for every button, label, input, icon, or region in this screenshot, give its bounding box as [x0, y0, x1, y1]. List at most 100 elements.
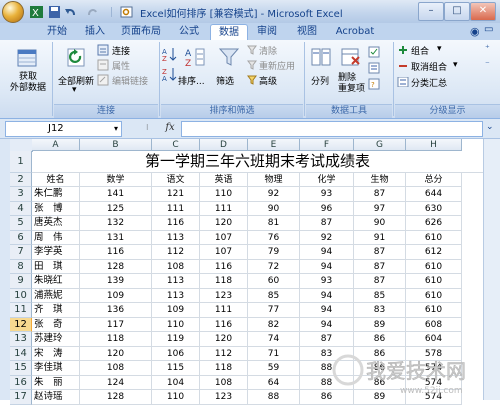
score-cell[interactable]: 121: [152, 187, 200, 202]
score-cell[interactable]: 72: [248, 259, 300, 274]
row-header[interactable]: 16: [10, 375, 32, 390]
help-icon[interactable]: ◉: [470, 25, 480, 38]
score-cell[interactable]: 610: [406, 230, 462, 245]
score-cell[interactable]: 118: [200, 274, 248, 289]
save-icon[interactable]: [46, 4, 63, 20]
score-cell[interactable]: 110: [152, 390, 200, 405]
score-cell[interactable]: 116: [200, 317, 248, 332]
row-header[interactable]: 7: [10, 245, 32, 260]
score-cell[interactable]: 120: [80, 346, 152, 361]
row-header[interactable]: 2: [10, 172, 32, 187]
score-cell[interactable]: 116: [200, 259, 248, 274]
minimize-button[interactable]: –: [418, 2, 444, 21]
row-header[interactable]: 9: [10, 274, 32, 289]
student-name-cell[interactable]: 唐英杰: [32, 216, 80, 231]
score-cell[interactable]: 87: [354, 245, 406, 260]
score-cell[interactable]: 107: [200, 245, 248, 260]
score-cell[interactable]: 116: [80, 245, 152, 260]
header-cell[interactable]: 语文: [152, 172, 200, 187]
score-cell[interactable]: 116: [152, 216, 200, 231]
score-cell[interactable]: 85: [354, 288, 406, 303]
score-cell[interactable]: 128: [80, 390, 152, 405]
score-cell[interactable]: 125: [80, 201, 152, 216]
score-cell[interactable]: 71: [248, 346, 300, 361]
student-name-cell[interactable]: 浦燕妮: [32, 288, 80, 303]
column-header-a[interactable]: A: [32, 139, 80, 151]
office-button[interactable]: [2, 1, 24, 23]
score-cell[interactable]: 131: [80, 230, 152, 245]
group-button[interactable]: 组合 ▾: [397, 44, 467, 57]
score-cell[interactable]: 86: [354, 332, 406, 347]
print-preview-icon[interactable]: [118, 4, 135, 20]
score-cell[interactable]: 141: [80, 187, 152, 202]
score-cell[interactable]: 120: [200, 332, 248, 347]
remove-duplicates-button[interactable]: 删除 重复项: [336, 44, 366, 102]
score-cell[interactable]: 96: [300, 201, 354, 216]
score-cell[interactable]: 92: [248, 187, 300, 202]
student-name-cell[interactable]: 朱 丽: [32, 375, 80, 390]
header-cell[interactable]: 物理: [248, 172, 300, 187]
column-header-e[interactable]: E: [248, 139, 300, 151]
score-cell[interactable]: 94: [300, 259, 354, 274]
score-cell[interactable]: 88: [248, 390, 300, 405]
score-cell[interactable]: 81: [248, 216, 300, 231]
tab-view[interactable]: 视图: [290, 24, 324, 40]
row-header[interactable]: 5: [10, 216, 32, 231]
score-cell[interactable]: 123: [200, 288, 248, 303]
header-cell[interactable]: 化学: [300, 172, 354, 187]
score-cell[interactable]: 94: [300, 317, 354, 332]
score-cell[interactable]: 117: [80, 317, 152, 332]
row-header[interactable]: 13: [10, 332, 32, 347]
filter-button[interactable]: 筛选: [212, 44, 246, 102]
score-cell[interactable]: 604: [406, 332, 462, 347]
score-cell[interactable]: 92: [300, 230, 354, 245]
student-name-cell[interactable]: 田 琪: [32, 259, 80, 274]
row-header[interactable]: 3: [10, 187, 32, 202]
tab-page-layout[interactable]: 页面布局: [114, 24, 168, 40]
refresh-all-button[interactable]: 全部刷新 ▾: [56, 44, 96, 102]
row-header[interactable]: 4: [10, 201, 32, 216]
score-cell[interactable]: 612: [406, 245, 462, 260]
undo-icon[interactable]: [62, 4, 79, 20]
score-cell[interactable]: 106: [152, 346, 200, 361]
header-cell[interactable]: 英语: [200, 172, 248, 187]
score-cell[interactable]: 112: [200, 346, 248, 361]
score-cell[interactable]: 123: [200, 390, 248, 405]
sort-ascending-button[interactable]: AZ: [162, 46, 178, 63]
score-cell[interactable]: 109: [152, 303, 200, 318]
column-header-d[interactable]: D: [200, 139, 248, 151]
text-to-columns-button[interactable]: 分列: [307, 44, 335, 102]
score-cell[interactable]: 610: [406, 274, 462, 289]
score-cell[interactable]: 108: [200, 375, 248, 390]
score-cell[interactable]: 82: [248, 317, 300, 332]
clear-filter-button[interactable]: 清除: [247, 44, 305, 57]
score-cell[interactable]: 91: [354, 230, 406, 245]
subtotal-button[interactable]: 分类汇总: [397, 76, 467, 89]
score-cell[interactable]: 610: [406, 288, 462, 303]
row-header[interactable]: 8: [10, 259, 32, 274]
properties-button[interactable]: 属性: [97, 59, 157, 72]
score-cell[interactable]: 76: [248, 230, 300, 245]
expand-formula-bar-icon[interactable]: ⌄: [486, 122, 494, 132]
score-cell[interactable]: 87: [354, 259, 406, 274]
score-cell[interactable]: 93: [300, 274, 354, 289]
data-validation-button[interactable]: [368, 46, 382, 58]
score-cell[interactable]: 113: [152, 230, 200, 245]
hide-detail-icon[interactable]: ⁻: [485, 60, 497, 72]
score-cell[interactable]: 74: [248, 332, 300, 347]
score-cell[interactable]: 626: [406, 216, 462, 231]
tab-data[interactable]: 数据: [210, 24, 248, 41]
score-cell[interactable]: 107: [200, 230, 248, 245]
score-cell[interactable]: 113: [152, 274, 200, 289]
score-cell[interactable]: 113: [152, 288, 200, 303]
score-cell[interactable]: 89: [354, 317, 406, 332]
get-external-data-button[interactable]: 获取 外部数据: [6, 44, 50, 102]
score-cell[interactable]: 111: [200, 303, 248, 318]
student-name-cell[interactable]: 苏建玲: [32, 332, 80, 347]
student-name-cell[interactable]: 齐 琪: [32, 303, 80, 318]
score-cell[interactable]: 120: [200, 216, 248, 231]
formula-input[interactable]: [181, 121, 483, 137]
score-cell[interactable]: 108: [152, 259, 200, 274]
score-cell[interactable]: 115: [152, 361, 200, 376]
tab-insert[interactable]: 插入: [78, 24, 112, 40]
